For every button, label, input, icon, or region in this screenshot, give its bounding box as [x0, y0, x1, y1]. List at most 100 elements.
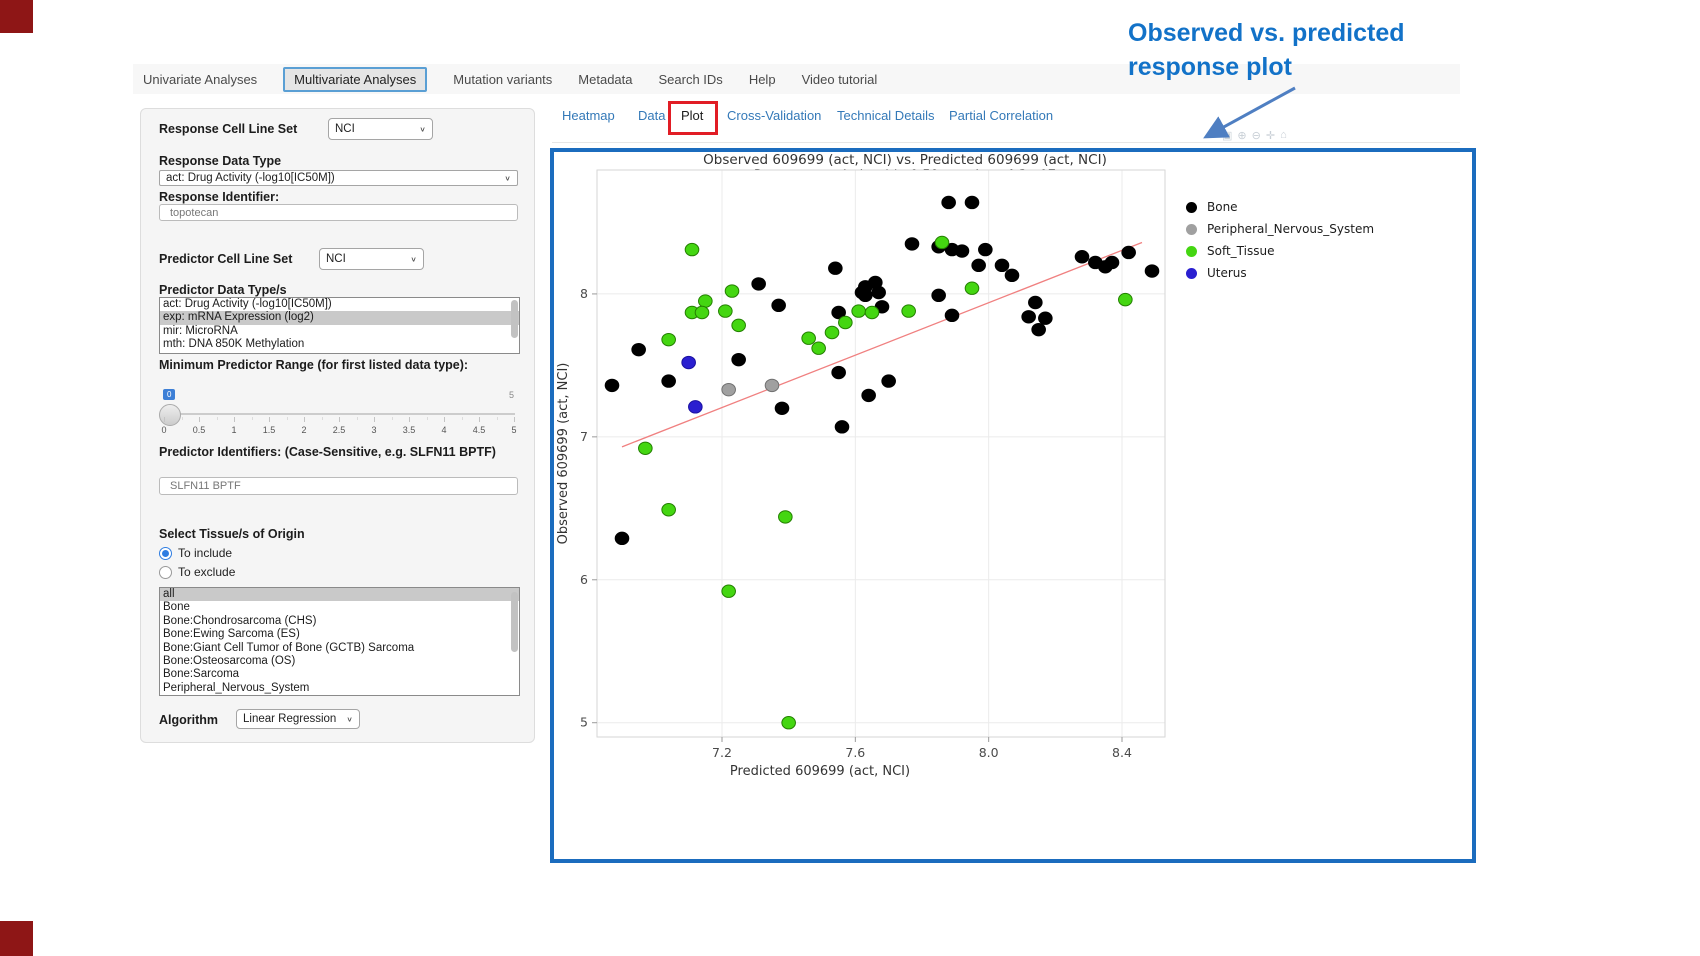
predictor-cell-line-set-select[interactable]: NCI ∨	[319, 248, 424, 270]
tissue-option-bone-sarcoma[interactable]: Bone:Sarcoma	[160, 668, 519, 681]
predictor-data-types-listbox[interactable]: act: Drug Activity (-log10[IC50M])exp: m…	[159, 297, 520, 354]
data-point-soft-tissue	[699, 295, 713, 307]
chevron-down-icon: ∨	[419, 125, 426, 134]
slider-minor-tick	[182, 417, 183, 420]
plot-tab-partial-correlation[interactable]: Partial Correlation	[949, 108, 1053, 123]
legend-label: Bone	[1207, 200, 1238, 214]
plot-tab-technical-details[interactable]: Technical Details	[837, 108, 935, 123]
data-point-soft-tissue	[935, 236, 949, 248]
tissue-listbox[interactable]: allBoneBone:Chondrosarcoma (CHS)Bone:Ewi…	[159, 587, 520, 696]
data-point-bone	[835, 421, 849, 433]
data-point-peripheral-nervous-system	[765, 379, 779, 391]
tissue-origin-radio-to-exclude[interactable]: To exclude	[159, 565, 235, 579]
nav-tab-metadata[interactable]: Metadata	[578, 72, 632, 87]
response-identifier-input[interactable]	[159, 204, 518, 221]
slider-tick-label: 4.5	[473, 425, 486, 435]
data-point-bone	[605, 379, 619, 391]
data-point-bone	[932, 289, 946, 301]
chevron-down-icon: ∨	[410, 255, 417, 264]
tissue-option-bone-chondrosarcoma-chs[interactable]: Bone:Chondrosarcoma (CHS)	[160, 615, 519, 628]
slider-max-label: 5	[509, 390, 514, 400]
corner-marker-top	[0, 0, 33, 33]
nav-tab-help[interactable]: Help	[749, 72, 776, 87]
tissue-option-peripheral-nervous-system[interactable]: Peripheral_Nervous_System	[160, 682, 519, 695]
plot-tab-cross-validation[interactable]: Cross-Validation	[727, 108, 821, 123]
slider-minor-tick	[392, 417, 393, 420]
slider-tick	[479, 417, 480, 422]
nav-tab-univariate-analyses[interactable]: Univariate Analyses	[143, 72, 257, 87]
data-point-bone	[955, 245, 969, 257]
slider-tick	[269, 417, 270, 422]
annotation-text: Observed vs. predicted response plot	[1128, 16, 1488, 84]
slider-minor-tick	[357, 417, 358, 420]
nav-tab-multivariate-analyses[interactable]: Multivariate Analyses	[283, 67, 427, 92]
data-point-soft-tissue	[902, 305, 916, 317]
legend-label: Soft_Tissue	[1207, 244, 1274, 258]
tissue-option-all[interactable]: all	[160, 588, 519, 601]
nav-tab-mutation-variants[interactable]: Mutation variants	[453, 72, 552, 87]
slider-handle[interactable]	[159, 404, 181, 426]
min-predictor-range-label: Minimum Predictor Range (for first liste…	[159, 358, 489, 373]
predictor-identifiers-label: Predictor Identifiers: (Case-Sensitive, …	[159, 445, 499, 460]
predictor-type-option-exp-mrna-expression-log2[interactable]: exp: mRNA Expression (log2)	[160, 311, 519, 324]
slider-tick-label: 5	[511, 425, 516, 435]
radio-icon	[159, 566, 172, 579]
legend-item-peripheral-nervous-system[interactable]: Peripheral_Nervous_System	[1186, 218, 1374, 240]
data-point-bone	[1075, 251, 1089, 263]
data-point-bone	[732, 353, 746, 365]
data-point-soft-tissue	[719, 305, 733, 317]
predictor-type-option-mth-dna-850k-methylation[interactable]: mth: DNA 850K Methylation	[160, 338, 519, 351]
legend-item-soft-tissue[interactable]: Soft_Tissue	[1186, 240, 1374, 262]
data-point-bone	[662, 375, 676, 387]
tissue-option-bone[interactable]: Bone	[160, 601, 519, 614]
legend-label: Uterus	[1207, 266, 1247, 280]
legend-item-uterus[interactable]: Uterus	[1186, 262, 1374, 284]
scrollbar-thumb[interactable]	[511, 300, 518, 338]
legend-item-bone[interactable]: Bone	[1186, 196, 1374, 218]
algorithm-select[interactable]: Linear Regression ∨	[236, 709, 360, 729]
response-data-type-select[interactable]: act: Drug Activity (-log10[IC50M]) ∨	[159, 170, 518, 186]
slider-minor-tick	[497, 417, 498, 420]
data-point-bone	[1022, 311, 1036, 323]
data-point-bone	[832, 366, 846, 378]
slider-minor-tick	[427, 417, 428, 420]
radio-label: To include	[178, 546, 232, 560]
data-point-soft-tissue	[725, 285, 739, 297]
data-point-bone	[872, 286, 886, 298]
radio-dot	[162, 550, 169, 557]
legend-swatch	[1186, 246, 1197, 257]
plot-tab-heatmap[interactable]: Heatmap	[562, 108, 615, 123]
annotation-arrow	[1195, 82, 1315, 146]
tissue-option-bone-giant-cell-tumor-of-bone-gctb-sarcoma[interactable]: Bone:Giant Cell Tumor of Bone (GCTB) Sar…	[160, 642, 519, 655]
predictor-identifiers-input[interactable]	[159, 477, 518, 495]
scrollbar-thumb[interactable]	[511, 592, 518, 652]
tissue-option-bone-osteosarcoma-os[interactable]: Bone:Osteosarcoma (OS)	[160, 655, 519, 668]
tissue-option-bone-ewing-sarcoma-es[interactable]: Bone:Ewing Sarcoma (ES)	[160, 628, 519, 641]
response-data-type-label: Response Data Type	[159, 154, 281, 169]
data-point-bone	[829, 262, 843, 274]
sidebar-panel: Response Cell Line Set NCI ∨ Response Da…	[140, 108, 535, 743]
nav-tab-video-tutorial[interactable]: Video tutorial	[802, 72, 878, 87]
slider-minor-tick	[322, 417, 323, 420]
predictor-type-option-mir-microrna[interactable]: mir: MicroRNA	[160, 325, 519, 338]
response-cell-line-set-label: Response Cell Line Set	[159, 122, 297, 137]
slider-tick-label: 2.5	[333, 425, 346, 435]
plot-tab-plot[interactable]: Plot	[681, 108, 703, 123]
slider-tick-label: 2	[301, 425, 306, 435]
tissue-origin-radio-to-include[interactable]: To include	[159, 546, 232, 560]
data-point-soft-tissue	[802, 332, 816, 344]
tab-divider	[552, 142, 1460, 143]
slider-track[interactable]	[161, 413, 515, 415]
data-point-soft-tissue	[782, 717, 796, 729]
response-cell-line-set-select[interactable]: NCI ∨	[328, 118, 433, 140]
y-tick-label: 6	[580, 572, 588, 587]
predictor-type-option-act-drug-activity-log10-ic50m[interactable]: act: Drug Activity (-log10[IC50M])	[160, 298, 519, 311]
data-point-soft-tissue	[825, 326, 839, 338]
legend-swatch	[1186, 224, 1197, 235]
data-point-soft-tissue	[965, 282, 979, 294]
nav-tab-search-ids[interactable]: Search IDs	[659, 72, 723, 87]
slider-tick-label: 3	[371, 425, 376, 435]
slider-tick-label: 0.5	[193, 425, 206, 435]
plot-tab-data[interactable]: Data	[638, 108, 665, 123]
data-point-bone	[942, 196, 956, 208]
